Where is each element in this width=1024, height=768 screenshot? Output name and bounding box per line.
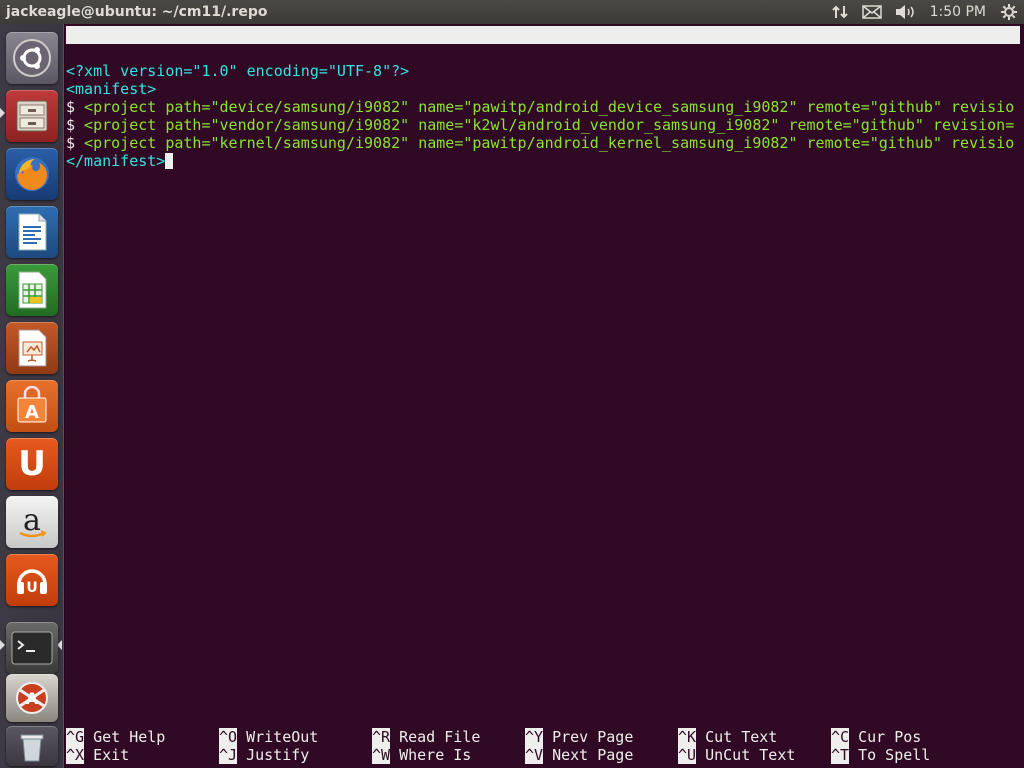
volume-icon[interactable]	[888, 0, 922, 24]
svg-text:A: A	[25, 402, 39, 423]
gear-icon[interactable]	[994, 0, 1024, 24]
svg-text:A: A	[26, 689, 39, 708]
ubuntu-logo-icon	[13, 39, 51, 77]
shortcut-uncut-text[interactable]: ^U UnCut Text	[678, 746, 795, 764]
amazon-icon: a	[19, 503, 47, 538]
file-cabinet-icon	[16, 100, 48, 132]
editor-line-6[interactable]: </manifest>	[66, 152, 1016, 170]
shopping-bag-icon: A	[17, 386, 47, 423]
svg-text:a: a	[23, 503, 41, 538]
nano-shortcut-bar: ^G Get Help ^O WriteOut ^R Read File ^Y …	[65, 728, 1024, 764]
presentation-icon	[18, 329, 47, 367]
editor-line-1[interactable]: <?xml version="1.0" encoding="UTF-8"?>	[66, 62, 1016, 80]
shortcut-exit[interactable]: ^X Exit	[66, 746, 129, 764]
firefox-icon	[15, 157, 49, 191]
shortcut-next-page[interactable]: ^V Next Page	[525, 746, 633, 764]
spreadsheet-icon	[18, 271, 47, 309]
terminal-window[interactable]: GNU nano 2.2.6 File: local_manifest.xml …	[65, 24, 1024, 768]
truncation-marker: $	[66, 134, 76, 152]
truncation-marker: $	[66, 116, 76, 134]
truncation-marker: $	[66, 98, 76, 116]
u-icon: U	[18, 444, 46, 484]
clock[interactable]: 1:50 PM	[922, 0, 994, 24]
launcher-ubuntu-one[interactable]: U	[6, 438, 58, 490]
launcher: A U a U A	[0, 24, 64, 768]
window-title: jackeagle@ubuntu: ~/cm11/.repo	[6, 4, 268, 20]
shortcut-justify[interactable]: ^J Justify	[219, 746, 309, 764]
headphones-icon: U	[17, 569, 47, 596]
shortcut-cut-text[interactable]: ^K Cut Text	[678, 728, 777, 746]
launcher-files[interactable]	[6, 90, 58, 142]
editor-line-2[interactable]: <manifest>	[66, 80, 1016, 98]
terminal-icon	[11, 631, 53, 665]
network-icon[interactable]	[826, 0, 856, 24]
text-cursor	[165, 153, 174, 169]
updater-icon: A	[16, 682, 48, 714]
shortcut-to-spell[interactable]: ^T To Spell	[831, 746, 930, 764]
mail-icon[interactable]	[856, 0, 888, 24]
nano-version: GNU nano 2.2.6	[84, 44, 211, 62]
indicator-area: 1:50 PM	[826, 0, 1024, 24]
shortcut-writeout[interactable]: ^O WriteOut	[219, 728, 318, 746]
launcher-software-center[interactable]: A	[6, 380, 58, 432]
launcher-impress[interactable]	[6, 322, 58, 374]
nano-title-bar: GNU nano 2.2.6 File: local_manifest.xml …	[66, 26, 1020, 98]
launcher-firefox[interactable]	[6, 148, 58, 200]
launcher-ubuntu-one-music[interactable]: U	[6, 554, 58, 606]
svg-text:U: U	[26, 580, 37, 596]
shortcut-prev-page[interactable]: ^Y Prev Page	[525, 728, 633, 746]
launcher-software-updater[interactable]: A	[6, 674, 58, 722]
launcher-terminal[interactable]	[6, 622, 58, 674]
launcher-amazon[interactable]: a	[6, 496, 58, 548]
running-indicator	[0, 640, 5, 650]
top-panel: jackeagle@ubuntu: ~/cm11/.repo 1:50 PM	[0, 0, 1024, 24]
editor-line-text: </manifest>	[66, 152, 166, 170]
shortcut-get-help[interactable]: ^G Get Help	[66, 728, 165, 746]
running-indicator	[0, 108, 5, 118]
document-icon	[18, 213, 47, 251]
shortcut-where-is[interactable]: ^W Where Is	[372, 746, 471, 764]
launcher-trash[interactable]	[6, 726, 58, 766]
trash-icon	[20, 734, 44, 762]
launcher-dash-home[interactable]	[6, 32, 58, 84]
shortcut-read-file[interactable]: ^R Read File	[372, 728, 480, 746]
shortcut-cur-pos[interactable]: ^C Cur Pos	[831, 728, 921, 746]
launcher-calc[interactable]	[6, 264, 58, 316]
launcher-writer[interactable]	[6, 206, 58, 258]
